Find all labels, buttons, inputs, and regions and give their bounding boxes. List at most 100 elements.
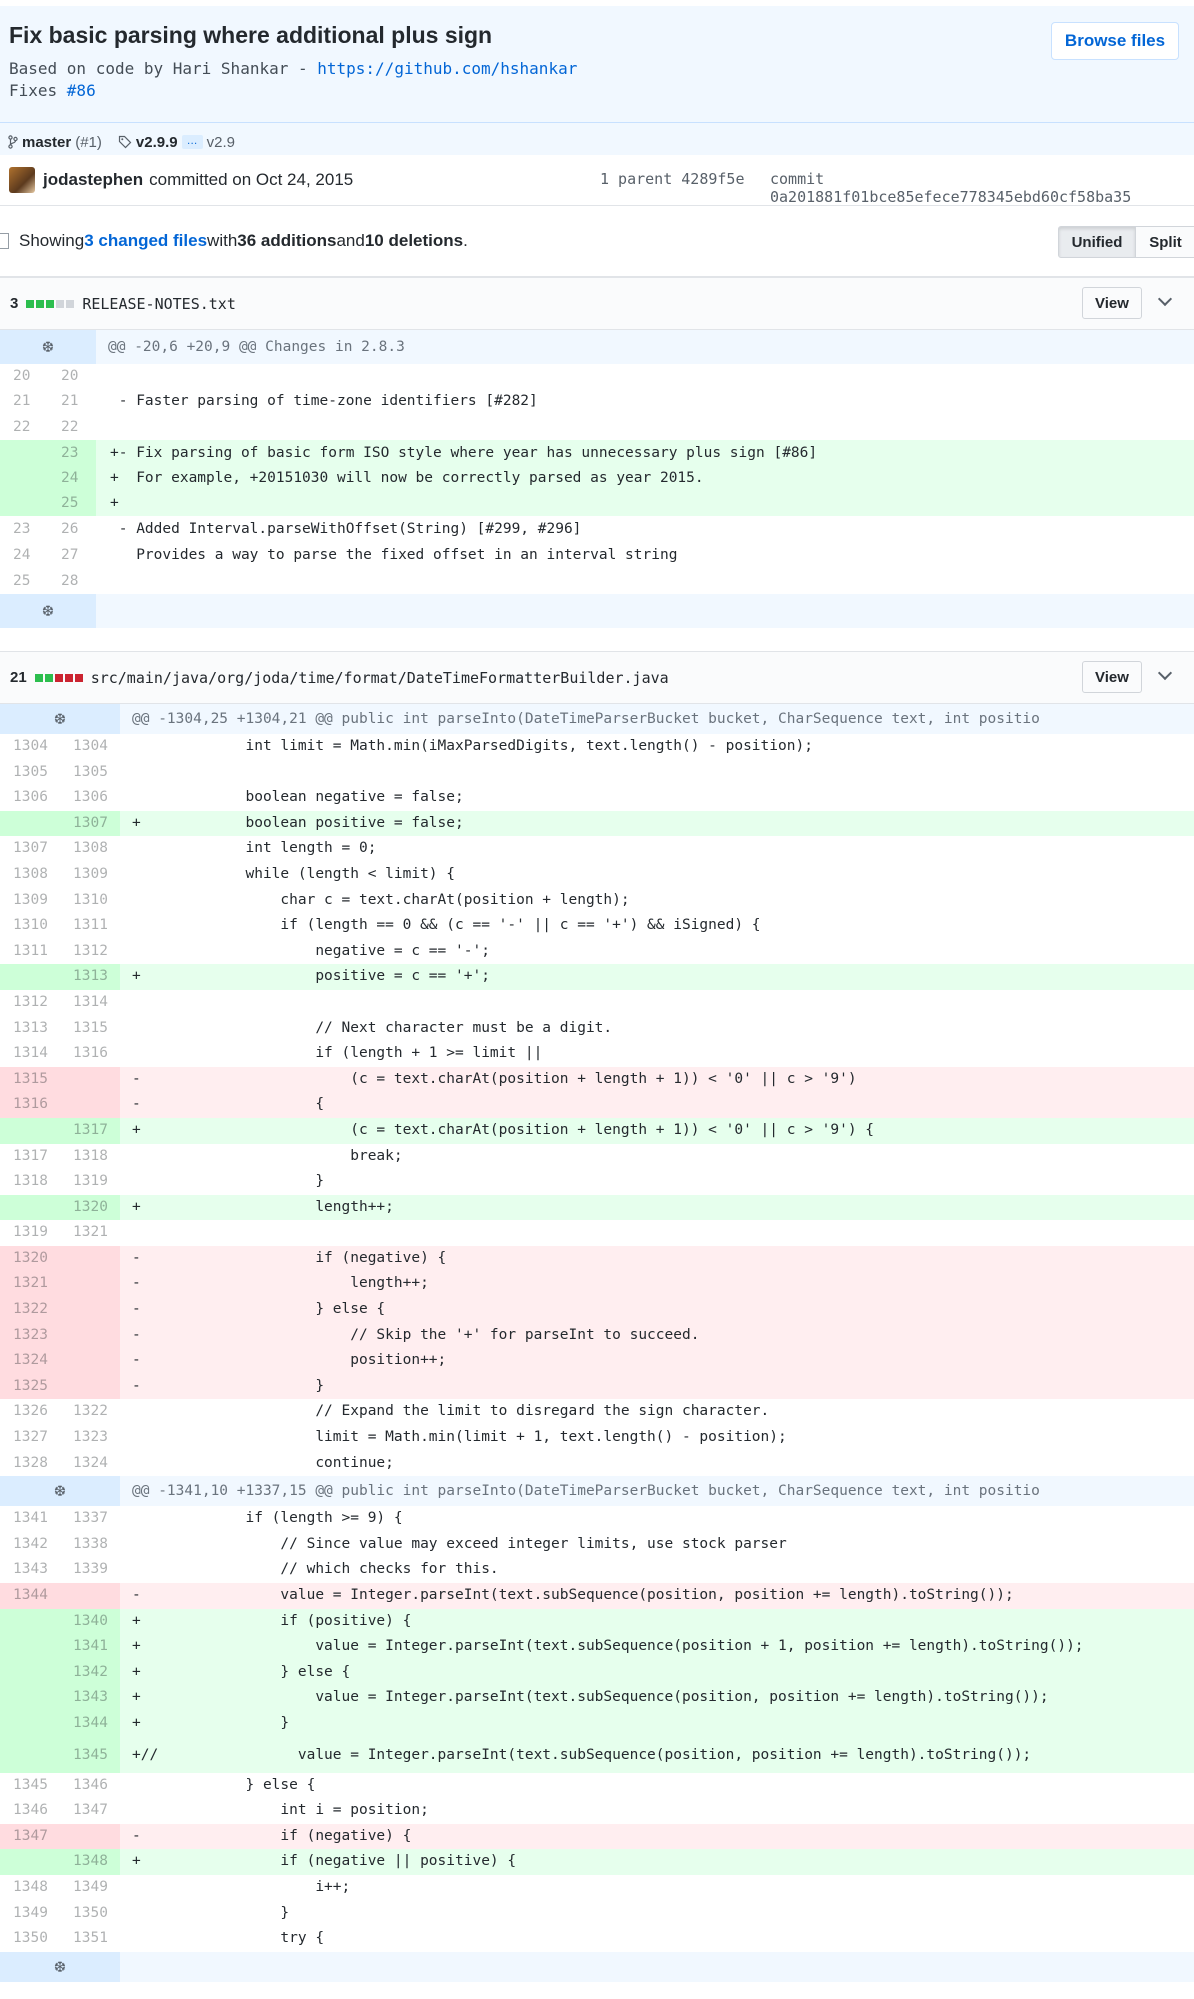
new-line-number[interactable]: 1346 bbox=[60, 1772, 120, 1799]
view-file-button[interactable]: View bbox=[1082, 661, 1142, 693]
old-line-number[interactable]: 1319 bbox=[0, 1220, 60, 1246]
new-line-number[interactable]: 26 bbox=[48, 516, 96, 542]
new-line-number[interactable]: 1310 bbox=[60, 887, 120, 914]
old-line-number[interactable]: 20 bbox=[0, 364, 48, 388]
old-line-number[interactable]: 1305 bbox=[0, 759, 60, 786]
new-line-number[interactable] bbox=[60, 1823, 120, 1850]
new-line-number[interactable]: 1339 bbox=[60, 1557, 120, 1583]
old-line-number[interactable]: 1320 bbox=[0, 1245, 60, 1272]
new-line-number[interactable] bbox=[60, 1297, 120, 1323]
new-line-number[interactable]: 1348 bbox=[60, 1849, 120, 1875]
old-line-number[interactable]: 1306 bbox=[0, 785, 60, 811]
old-line-number[interactable]: 23 bbox=[0, 516, 48, 542]
old-line-number[interactable]: 1311 bbox=[0, 938, 60, 965]
file-path[interactable]: src/main/java/org/joda/time/format/DateT… bbox=[91, 669, 669, 687]
old-line-number[interactable]: 1313 bbox=[0, 1015, 60, 1042]
author-link[interactable]: https://github.com/hshankar bbox=[317, 59, 577, 78]
new-line-number[interactable] bbox=[60, 1245, 120, 1272]
old-line-number[interactable]: 1307 bbox=[0, 836, 60, 862]
changed-files-link[interactable]: 3 changed files bbox=[84, 231, 207, 251]
old-line-number[interactable] bbox=[0, 1736, 60, 1773]
new-line-number[interactable]: 24 bbox=[48, 466, 96, 491]
new-line-number[interactable]: 1304 bbox=[60, 734, 120, 760]
new-line-number[interactable]: 1345 bbox=[60, 1736, 120, 1773]
old-line-number[interactable]: 1322 bbox=[0, 1297, 60, 1323]
old-line-number[interactable]: 1349 bbox=[0, 1900, 60, 1927]
new-line-number[interactable]: 1324 bbox=[60, 1450, 120, 1477]
new-line-number[interactable]: 21 bbox=[48, 388, 96, 414]
old-line-number[interactable]: 1316 bbox=[0, 1092, 60, 1118]
old-line-number[interactable]: 1314 bbox=[0, 1041, 60, 1067]
new-line-number[interactable]: 1341 bbox=[60, 1634, 120, 1660]
new-line-number[interactable]: 1351 bbox=[60, 1926, 120, 1952]
old-line-number[interactable]: 1318 bbox=[0, 1169, 60, 1195]
new-line-number[interactable]: 22 bbox=[48, 414, 96, 440]
old-line-number[interactable]: 1323 bbox=[0, 1322, 60, 1349]
old-line-number[interactable]: 1309 bbox=[0, 887, 60, 914]
old-line-number[interactable]: 1341 bbox=[0, 1506, 60, 1532]
expand-icon[interactable]: ❆ bbox=[0, 330, 96, 364]
old-line-number[interactable]: 1348 bbox=[0, 1874, 60, 1901]
expand-icon[interactable]: ❆ bbox=[0, 1952, 120, 1982]
new-line-number[interactable]: 1337 bbox=[60, 1506, 120, 1532]
old-line-number[interactable]: 1321 bbox=[0, 1271, 60, 1298]
new-line-number[interactable]: 1349 bbox=[60, 1874, 120, 1901]
old-line-number[interactable] bbox=[0, 491, 48, 516]
new-line-number[interactable]: 1308 bbox=[60, 836, 120, 862]
expand-icon[interactable]: ❆ bbox=[0, 704, 120, 734]
browse-files-button[interactable]: Browse files bbox=[1051, 22, 1179, 60]
new-line-number[interactable]: 1319 bbox=[60, 1169, 120, 1195]
new-line-number[interactable] bbox=[60, 1583, 120, 1609]
new-line-number[interactable]: 1314 bbox=[60, 989, 120, 1016]
new-line-number[interactable]: 20 bbox=[48, 364, 96, 388]
parent-info[interactable]: 1 parent 4289f5e bbox=[600, 170, 745, 188]
new-line-number[interactable] bbox=[60, 1322, 120, 1349]
new-line-number[interactable]: 1343 bbox=[60, 1685, 120, 1711]
new-line-number[interactable]: 1306 bbox=[60, 785, 120, 811]
chevron-down-icon[interactable] bbox=[1157, 291, 1173, 307]
old-line-number[interactable] bbox=[0, 810, 60, 837]
old-line-number[interactable] bbox=[0, 466, 48, 491]
new-line-number[interactable]: 1312 bbox=[60, 938, 120, 965]
new-line-number[interactable]: 1313 bbox=[60, 964, 120, 990]
old-line-number[interactable]: 1324 bbox=[0, 1348, 60, 1374]
old-line-number[interactable]: 1328 bbox=[0, 1450, 60, 1477]
new-line-number[interactable] bbox=[60, 1373, 120, 1400]
new-line-number[interactable]: 1307 bbox=[60, 810, 120, 837]
old-line-number[interactable]: 24 bbox=[0, 542, 48, 568]
old-line-number[interactable]: 1325 bbox=[0, 1373, 60, 1400]
new-line-number[interactable] bbox=[60, 1092, 120, 1118]
new-line-number[interactable]: 27 bbox=[48, 542, 96, 568]
branch-item[interactable]: master (#1) bbox=[8, 134, 102, 151]
new-line-number[interactable]: 1340 bbox=[60, 1608, 120, 1635]
old-line-number[interactable] bbox=[0, 1117, 60, 1144]
new-line-number[interactable]: 1344 bbox=[60, 1710, 120, 1737]
old-line-number[interactable] bbox=[0, 1634, 60, 1660]
file-path[interactable]: RELEASE-NOTES.txt bbox=[82, 295, 236, 313]
issue-link[interactable]: #86 bbox=[67, 81, 96, 100]
new-line-number[interactable]: 1309 bbox=[60, 861, 120, 888]
new-line-number[interactable]: 1317 bbox=[60, 1117, 120, 1144]
old-line-number[interactable] bbox=[0, 440, 48, 466]
old-line-number[interactable] bbox=[0, 1194, 60, 1221]
new-line-number[interactable]: 1342 bbox=[60, 1659, 120, 1686]
new-line-number[interactable]: 1323 bbox=[60, 1425, 120, 1451]
split-button[interactable]: Split bbox=[1136, 226, 1194, 258]
new-line-number[interactable]: 1316 bbox=[60, 1041, 120, 1067]
old-line-number[interactable] bbox=[0, 1685, 60, 1711]
new-line-number[interactable]: 1305 bbox=[60, 759, 120, 786]
new-line-number[interactable]: 25 bbox=[48, 491, 96, 516]
old-line-number[interactable]: 25 bbox=[0, 568, 48, 594]
new-line-number[interactable] bbox=[60, 1066, 120, 1093]
new-line-number[interactable]: 1347 bbox=[60, 1798, 120, 1824]
new-line-number[interactable]: 1315 bbox=[60, 1015, 120, 1042]
old-line-number[interactable] bbox=[0, 1659, 60, 1686]
view-file-button[interactable]: View bbox=[1082, 287, 1142, 319]
new-line-number[interactable]: 1350 bbox=[60, 1900, 120, 1927]
old-line-number[interactable]: 1304 bbox=[0, 734, 60, 760]
old-line-number[interactable]: 1312 bbox=[0, 989, 60, 1016]
old-line-number[interactable]: 1317 bbox=[0, 1143, 60, 1170]
new-line-number[interactable]: 1322 bbox=[60, 1399, 120, 1426]
tag-ellipsis[interactable]: … bbox=[181, 135, 203, 149]
old-line-number[interactable]: 1327 bbox=[0, 1425, 60, 1451]
